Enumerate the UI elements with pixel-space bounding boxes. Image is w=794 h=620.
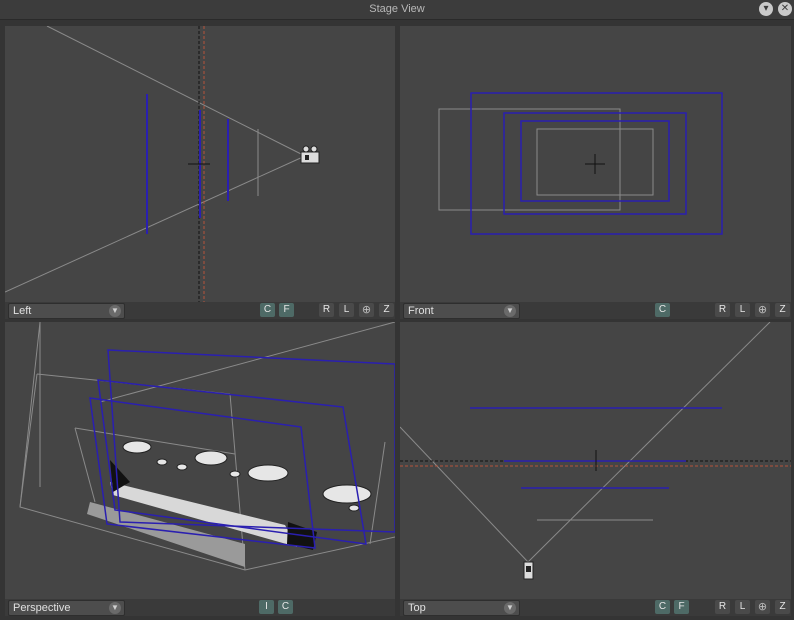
guide-wireframe (74, 427, 236, 455)
view-select-top[interactable]: Top ▼ (403, 600, 520, 616)
perspective-viewport[interactable] (5, 322, 395, 599)
l-button[interactable]: L (339, 303, 354, 317)
view-select-label: Front (408, 305, 434, 317)
camera-icon[interactable] (523, 561, 534, 580)
rotate-button[interactable]: R (715, 303, 730, 317)
chevron-down-icon: ▼ (109, 602, 121, 614)
zoom-button[interactable]: Z (775, 600, 790, 614)
close-icon[interactable]: ✕ (778, 2, 792, 16)
perspective-view-canvas (19, 322, 395, 571)
top-viewport[interactable] (400, 322, 791, 599)
l-button[interactable]: L (735, 600, 750, 614)
toggle-c-button[interactable]: C (278, 600, 293, 614)
l-button[interactable]: L (735, 303, 750, 317)
left-viewport-toolbar: Left ▼ C F R L ⊕ Z (5, 302, 395, 319)
menu-chevron-down-icon[interactable]: ▾ (759, 2, 773, 16)
zoom-button[interactable]: Z (379, 303, 394, 317)
guide-wireframe (19, 373, 38, 508)
crosshair-pan-icon[interactable]: ⊕ (359, 303, 374, 317)
chevron-down-icon: ▼ (504, 305, 516, 317)
guide-wireframe (74, 427, 96, 503)
rotate-button[interactable]: R (715, 600, 730, 614)
toggle-i-button[interactable]: I (259, 600, 274, 614)
camera-icon[interactable] (300, 145, 320, 164)
left-view-canvas (5, 26, 320, 302)
front-viewport[interactable] (400, 26, 791, 302)
crosshair-pan-icon[interactable]: ⊕ (755, 303, 770, 317)
toggle-c-button[interactable]: C (655, 303, 670, 317)
zoom-button[interactable]: Z (775, 303, 790, 317)
view-select-perspective[interactable]: Perspective ▼ (8, 600, 125, 616)
window-title: Stage View (369, 3, 425, 15)
crosshair-pan-icon[interactable]: ⊕ (755, 600, 770, 614)
perspective-viewport-toolbar: Perspective ▼ I C (5, 599, 395, 616)
camera-frustum-top (46, 26, 306, 157)
toggle-f-button[interactable]: F (674, 600, 689, 614)
camera-frustum-left (400, 426, 529, 563)
toggle-f-button[interactable]: F (279, 303, 294, 317)
view-select-left[interactable]: Left ▼ (8, 303, 125, 319)
camera-frustum-right (527, 322, 771, 563)
front-viewport-toolbar: Front ▼ C R L ⊕ Z (400, 302, 791, 319)
front-view-canvas (438, 92, 723, 235)
top-viewport-toolbar: Top ▼ C F R L ⊕ Z (400, 599, 791, 616)
view-select-label: Perspective (13, 602, 71, 614)
top-view-canvas (400, 322, 791, 580)
toggle-c-button[interactable]: C (655, 600, 670, 614)
chevron-down-icon: ▼ (504, 602, 516, 614)
left-viewport[interactable] (5, 26, 395, 302)
toggle-c-button[interactable]: C (260, 303, 275, 317)
window-titlebar: Stage View ▾ ✕ (0, 0, 794, 20)
guide-wireframe (19, 322, 395, 571)
view-select-front[interactable]: Front ▼ (403, 303, 520, 319)
guide-wireframe (369, 441, 386, 545)
rotate-button[interactable]: R (319, 303, 334, 317)
chevron-down-icon: ▼ (109, 305, 121, 317)
view-select-label: Left (13, 305, 32, 317)
camera-frustum-bottom (5, 155, 306, 293)
view-select-label: Top (408, 602, 426, 614)
